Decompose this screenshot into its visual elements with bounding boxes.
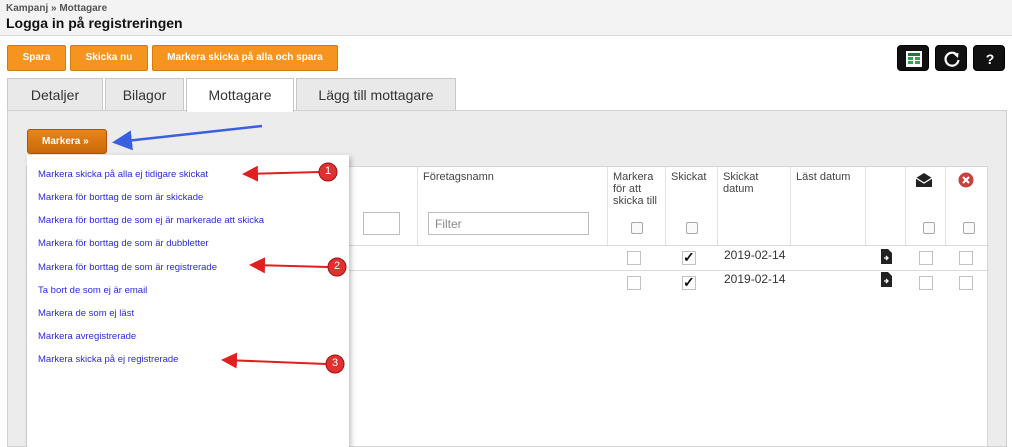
red-arrow-3 bbox=[221, 352, 327, 369]
annotation-layer bbox=[112, 124, 347, 374]
red-arrow-1 bbox=[242, 165, 321, 182]
badge-2-label: 2 bbox=[333, 260, 341, 272]
badge-3-label: 3 bbox=[331, 357, 339, 369]
red-arrow-2 bbox=[249, 257, 329, 274]
badge-1-label: 1 bbox=[324, 165, 332, 177]
blue-arrow bbox=[112, 124, 263, 151]
